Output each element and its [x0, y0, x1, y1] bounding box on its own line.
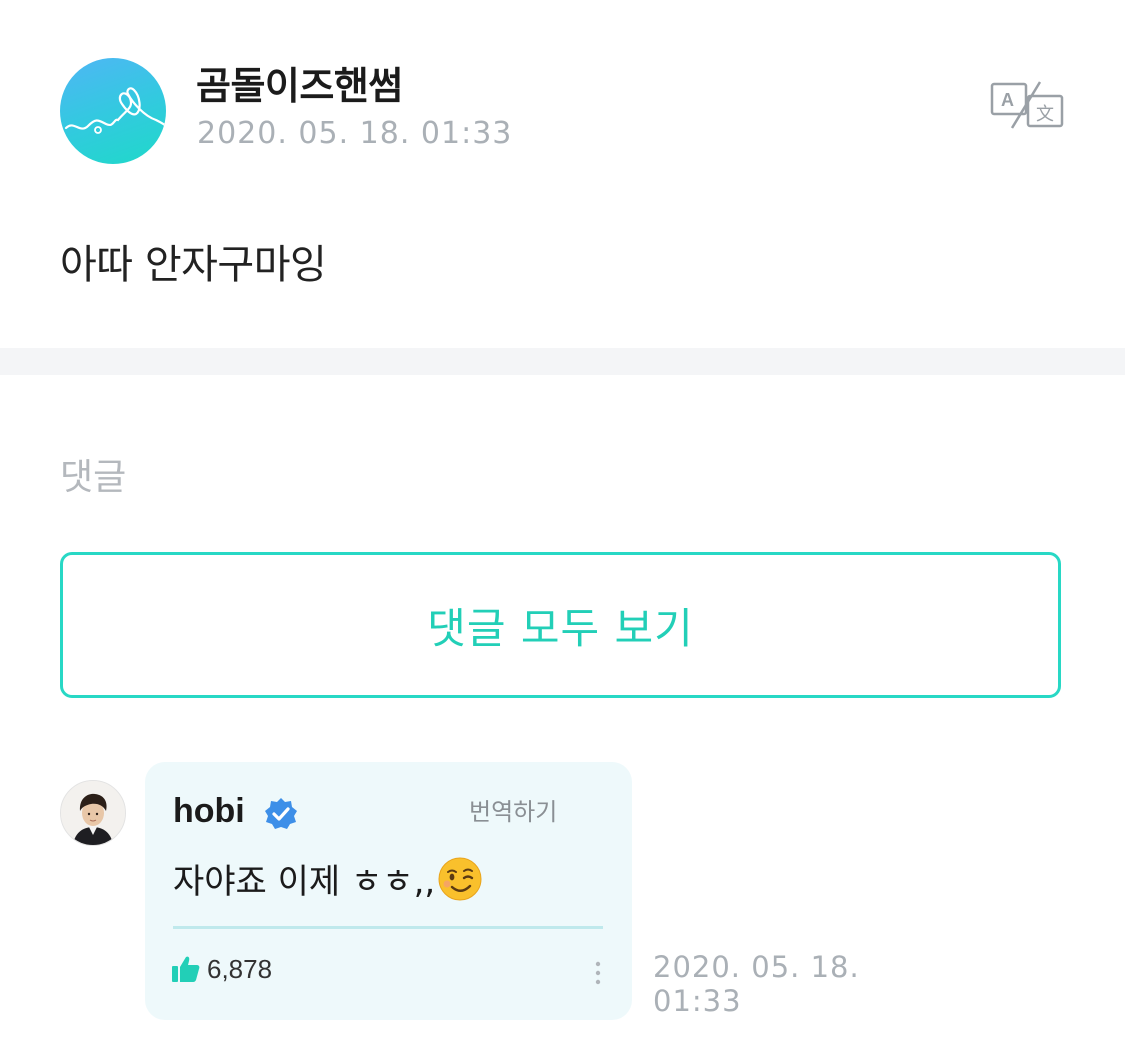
view-all-comments-button[interactable]: 댓글 모두 보기: [60, 552, 1061, 698]
comment-date-time: 01:33: [653, 984, 742, 1018]
comment-bubble: hobi 번역하기 자야죠 이제 ㅎㅎ,, 6,878: [145, 762, 632, 1020]
post-date: 2020. 05. 18. 01:33: [197, 116, 513, 151]
comment-text-body: 자야죠 이제 ㅎㅎ,,: [173, 862, 436, 902]
comment-date: 2020. 05. 18. 01:33: [653, 950, 873, 1018]
comment-translate-button[interactable]: 번역하기: [469, 792, 557, 827]
heart-doodle-icon: [64, 87, 166, 134]
author-name[interactable]: 곰돌이즈핸썸: [196, 55, 403, 110]
more-options-icon[interactable]: [593, 960, 603, 990]
commenter-name[interactable]: hobi: [173, 792, 245, 831]
person-portrait-icon: [61, 781, 125, 845]
comment-divider: [173, 926, 603, 929]
verified-badge-icon: [263, 796, 299, 832]
comments-heading: 댓글: [60, 457, 127, 498]
svg-text:A: A: [1001, 90, 1014, 110]
commenter-avatar[interactable]: [60, 780, 126, 846]
post-body-text: 아따 안자구마잉: [60, 242, 327, 288]
like-count: 6,878: [207, 954, 273, 984]
winking-face-icon: [437, 856, 483, 902]
post-page: 곰돌이즈핸썸 2020. 05. 18. 01:33 A 文 아따 안자구마잉 …: [0, 0, 1125, 1041]
comment-text: 자야죠 이제 ㅎㅎ,,: [173, 854, 483, 903]
section-divider: [0, 348, 1125, 375]
translate-icon[interactable]: A 文: [990, 80, 1064, 130]
thumbs-up-icon[interactable]: [171, 954, 201, 984]
svg-text:文: 文: [1036, 104, 1054, 125]
comment-date-day: 2020. 05. 18.: [653, 950, 860, 984]
author-avatar[interactable]: [60, 58, 166, 164]
